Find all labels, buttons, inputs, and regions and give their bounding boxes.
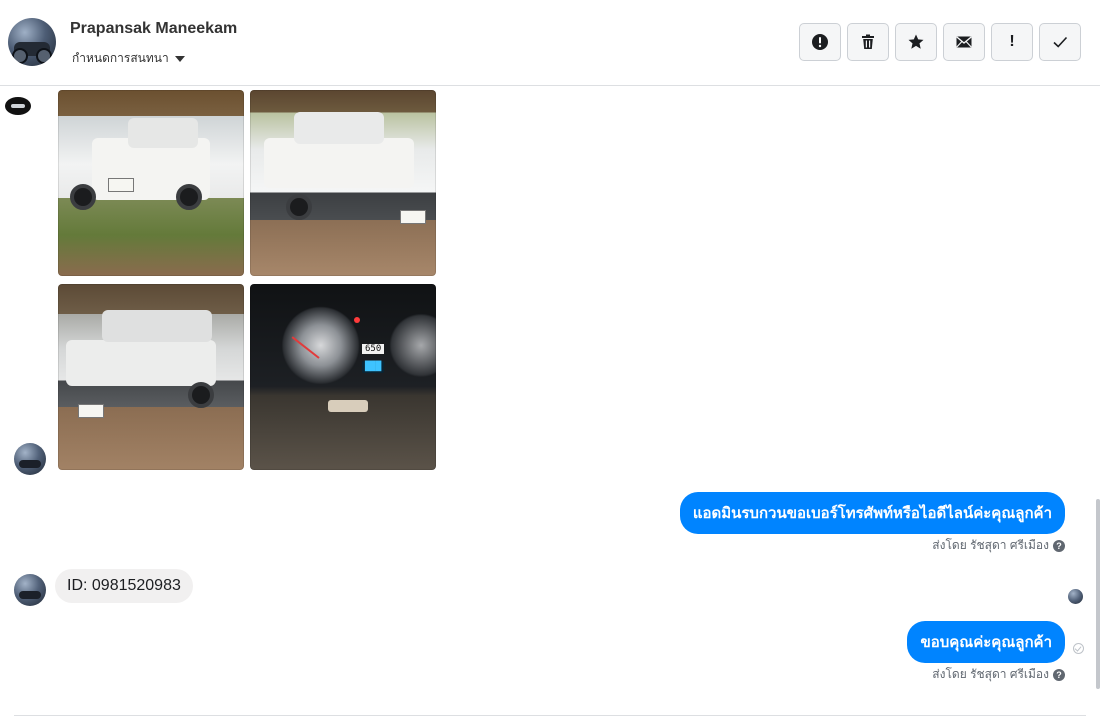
message-incoming[interactable]: ID: 0981520983 [55, 569, 193, 603]
mark-unread-button[interactable] [943, 23, 985, 61]
seen-by-avatar [1068, 589, 1083, 604]
assign-conversation-label: กำหนดการสนทนา [72, 51, 169, 65]
conversation-toolbar: ! [799, 23, 1081, 61]
alert-circle-icon [812, 34, 828, 50]
assign-conversation-dropdown[interactable]: กำหนดการสนทนา [72, 49, 185, 68]
delete-button[interactable] [847, 23, 889, 61]
caret-down-icon [174, 56, 185, 62]
photo-truck-rear[interactable] [58, 90, 244, 276]
contact-avatar-small[interactable] [14, 443, 46, 475]
help-icon[interactable]: ? [1053, 539, 1065, 552]
contact-name[interactable]: Prapansak Maneekam [70, 20, 237, 38]
envelope-icon [956, 36, 972, 48]
contact-avatar-small[interactable] [14, 574, 46, 606]
odometer-readout: 650 [362, 344, 385, 354]
follow-up-button[interactable]: ! [991, 23, 1033, 61]
sent-by-text: ส่งโดย รัชสุดา ศรีเมือง [932, 667, 1049, 681]
star-button[interactable] [895, 23, 937, 61]
check-icon [1053, 36, 1068, 48]
message-outgoing[interactable]: แอดมินรบกวนขอเบอร์โทรศัพท์หรือไอดีไลน์ค่… [679, 492, 1065, 534]
photo-attachment-grid: 650 ███ [58, 90, 436, 470]
trash-icon [862, 34, 874, 49]
thread-scrollbar[interactable] [1096, 499, 1100, 689]
composer-divider [14, 715, 1086, 716]
photo-dashboard-gauge[interactable]: 650 ███ [250, 284, 436, 470]
sent-by-text: ส่งโดย รัชสุดา ศรีเมือง [932, 538, 1049, 552]
inbox-conversation-view: Prapansak Maneekam กำหนดการสนทนา ! 650 █… [0, 0, 1100, 717]
photo-truck-front-right[interactable] [250, 90, 436, 276]
message-outgoing[interactable]: ขอบคุณค่ะคุณลูกค้า [907, 621, 1065, 663]
exclamation-icon: ! [1009, 33, 1015, 50]
message-thread[interactable]: 650 ███ แอดมินรบกวนขอเบอร์โทรศัพท์หรือไอ… [0, 87, 1100, 717]
mark-done-button[interactable] [1039, 23, 1081, 61]
sent-by-label: ส่งโดย รัชสุดา ศรีเมือง ? [932, 536, 1065, 555]
delivered-check-icon [1073, 643, 1084, 654]
photo-truck-front-left[interactable] [58, 284, 244, 470]
spam-button[interactable] [799, 23, 841, 61]
help-icon[interactable]: ? [1053, 668, 1065, 681]
conversation-header: Prapansak Maneekam กำหนดการสนทนา ! [0, 0, 1100, 86]
page-logo-avatar [5, 97, 31, 115]
sent-by-label: ส่งโดย รัชสุดา ศรีเมือง ? [932, 665, 1065, 684]
star-icon [908, 34, 924, 49]
contact-avatar[interactable] [8, 18, 56, 66]
